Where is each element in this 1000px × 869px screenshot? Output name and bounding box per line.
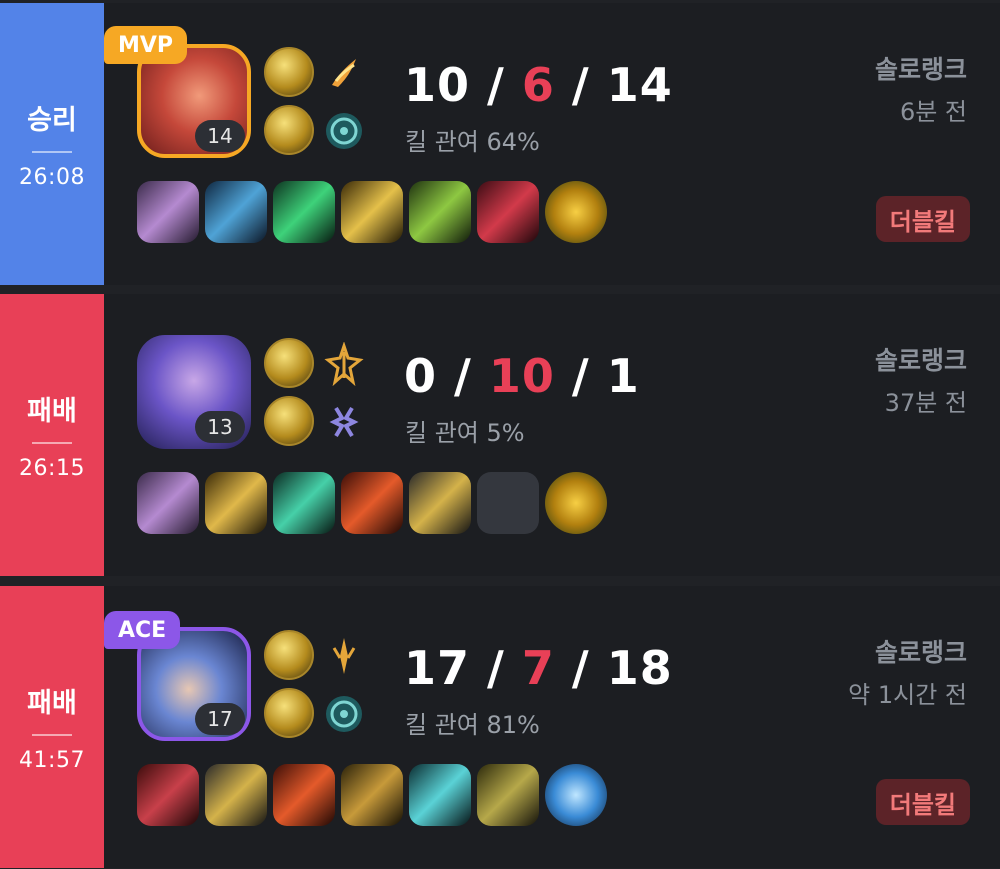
kda-score: 0 / 10 / 1 — [404, 349, 640, 403]
ghost-spell-icon[interactable] — [264, 688, 314, 738]
item-slot-1[interactable] — [137, 764, 199, 826]
match-result-bar: 승리 26:08 — [0, 3, 104, 285]
match-card[interactable]: 패배 41:57 17 ACE 17 / 7 / 18 킬 관여 81% 솔로랭… — [0, 586, 1000, 868]
kills: 10 — [404, 58, 471, 112]
keystone-rune-icon[interactable] — [320, 340, 368, 388]
match-result-label: 승리 — [27, 105, 77, 136]
item-slot-5[interactable] — [409, 472, 471, 534]
mvp-badge: MVP — [104, 26, 188, 64]
match-duration: 41:57 — [19, 748, 85, 773]
match-result-label: 패배 — [27, 688, 77, 719]
item-slot-2[interactable] — [205, 764, 267, 826]
item-slot-3[interactable] — [273, 472, 335, 534]
item-build — [137, 181, 607, 243]
flash-spell-icon[interactable] — [264, 47, 314, 97]
flash-spell-icon[interactable] — [264, 630, 314, 680]
keystone-rune-icon[interactable] — [320, 49, 368, 97]
item-slot-5[interactable] — [409, 764, 471, 826]
deaths: 6 — [521, 58, 555, 112]
item-slot-4[interactable] — [341, 764, 403, 826]
result-divider — [32, 442, 72, 444]
champion-level: 17 — [195, 703, 245, 735]
queue-type: 솔로랭크 — [874, 346, 967, 375]
secondary-rune-icon[interactable] — [320, 398, 368, 446]
item-slot-3[interactable] — [273, 181, 335, 243]
item-build — [137, 764, 607, 826]
match-card[interactable]: 패배 26:15 13 0 / 10 / 1 킬 관여 5% 솔로랭크 37분 … — [0, 294, 1000, 576]
secondary-rune-icon[interactable] — [320, 107, 368, 155]
item-slot-1[interactable] — [137, 181, 199, 243]
ghost-spell-icon[interactable] — [264, 396, 314, 446]
assists: 14 — [606, 58, 673, 112]
match-duration: 26:08 — [19, 165, 85, 190]
item-slot-4[interactable] — [341, 472, 403, 534]
trinket-slot[interactable] — [545, 181, 607, 243]
trinket-slot[interactable] — [545, 472, 607, 534]
result-divider — [32, 734, 72, 736]
kills: 0 — [404, 349, 438, 403]
champion-level: 14 — [195, 120, 245, 152]
deaths: 7 — [521, 641, 555, 695]
kill-participation: 킬 관여 5% — [405, 419, 525, 447]
item-slot-6[interactable] — [477, 764, 539, 826]
assists: 18 — [606, 641, 673, 695]
item-build — [137, 472, 607, 534]
queue-type: 솔로랭크 — [874, 638, 967, 667]
kda-score: 10 / 6 / 14 — [404, 58, 673, 112]
match-duration: 26:15 — [19, 456, 85, 481]
item-slot-2[interactable] — [205, 181, 267, 243]
match-result-bar: 패배 41:57 — [0, 586, 104, 868]
multikill-badge: 더블킬 — [875, 779, 970, 825]
assists: 1 — [606, 349, 640, 403]
item-slot-3[interactable] — [273, 764, 335, 826]
trinket-slot[interactable] — [545, 764, 607, 826]
secondary-rune-icon[interactable] — [320, 690, 368, 738]
item-slot-6[interactable] — [477, 181, 539, 243]
multikill-badge: 더블킬 — [875, 196, 970, 242]
champion-portrait[interactable]: 13 — [137, 335, 251, 449]
deaths: 10 — [488, 349, 555, 403]
keystone-rune-icon[interactable] — [320, 632, 368, 680]
kills: 17 — [404, 641, 471, 695]
ace-badge: ACE — [104, 611, 181, 649]
champion-level: 13 — [195, 411, 245, 443]
item-slot-1[interactable] — [137, 472, 199, 534]
time-ago: 약 1시간 전 — [848, 681, 967, 709]
match-result-bar: 패배 26:15 — [0, 294, 104, 576]
time-ago: 6분 전 — [899, 98, 967, 126]
ghost-spell-icon[interactable] — [264, 105, 314, 155]
item-slot-4[interactable] — [341, 181, 403, 243]
queue-type: 솔로랭크 — [874, 55, 967, 84]
kda-score: 17 / 7 / 18 — [404, 641, 673, 695]
kill-participation: 킬 관여 64% — [405, 128, 540, 156]
match-result-label: 패배 — [27, 396, 77, 427]
result-divider — [32, 151, 72, 153]
time-ago: 37분 전 — [884, 389, 967, 417]
item-slot-2[interactable] — [205, 472, 267, 534]
match-card[interactable]: 승리 26:08 14 MVP 10 / 6 / 14 킬 관여 64% 솔로랭… — [0, 3, 1000, 285]
flash-spell-icon[interactable] — [264, 338, 314, 388]
item-slot-empty — [477, 472, 539, 534]
kill-participation: 킬 관여 81% — [405, 711, 540, 739]
item-slot-5[interactable] — [409, 181, 471, 243]
